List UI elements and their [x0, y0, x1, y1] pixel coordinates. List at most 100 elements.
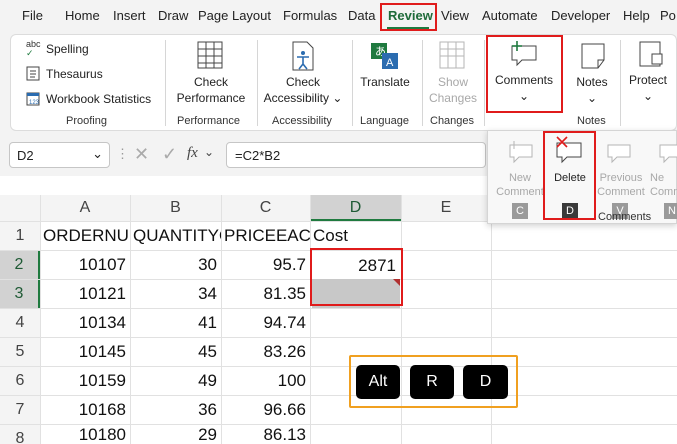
name-box[interactable]: D2 ⌄ [9, 142, 110, 168]
workbook-statistics-label: Workbook Statistics [46, 92, 152, 106]
group-separator [257, 40, 258, 126]
spelling-label: Spelling [46, 42, 89, 56]
protect-button[interactable]: Protect ⌄ [624, 72, 672, 104]
cell-b5[interactable]: 45 [130, 337, 221, 366]
new-comment-line2: Comment [496, 186, 544, 198]
tab-automate[interactable]: Automate [482, 8, 538, 23]
notes-button-label: Notes [576, 75, 608, 89]
protect-icon [639, 41, 663, 67]
column-header-d[interactable]: D [310, 195, 401, 221]
cell-c8[interactable]: 86.13 [221, 424, 310, 444]
previous-comment-icon [607, 144, 631, 164]
name-box-value: D2 [17, 148, 34, 163]
row-header-4[interactable]: 4 [0, 308, 40, 337]
keytip-next: N [664, 203, 677, 219]
cell-b2[interactable]: 30 [130, 250, 221, 279]
key-r: R [410, 365, 454, 399]
cell-a5[interactable]: 10145 [40, 337, 130, 366]
formula-input[interactable]: =C2*B2 [226, 142, 486, 168]
cell-a3[interactable]: 10121 [40, 279, 130, 308]
cell-b8[interactable]: 29 [130, 424, 221, 444]
chevron-down-icon: ⌄ [642, 89, 654, 103]
enter-icon[interactable]: ✓ [162, 144, 177, 165]
column-header-b[interactable]: B [130, 195, 221, 221]
cell-d1[interactable]: Cost [310, 221, 401, 250]
workbook-statistics-button[interactable]: 123 Workbook Statistics [26, 92, 151, 106]
chevron-down-icon[interactable]: ⌄ [204, 145, 214, 159]
workbook-statistics-icon: 123 [26, 92, 40, 106]
cell-a1[interactable]: ORDERNUMBER [40, 221, 130, 250]
cell-b1[interactable]: QUANTITYORDERED [130, 221, 221, 250]
row-header-7[interactable]: 7 [0, 395, 40, 424]
show-changes-line2: Changes [428, 91, 478, 105]
key-d: D [463, 365, 508, 399]
new-comment-button[interactable]: New Comment [490, 171, 550, 199]
row-header-3[interactable]: 3 [0, 279, 40, 308]
cell-c6[interactable]: 100 [221, 366, 310, 395]
check-accessibility-line1: Check [285, 75, 320, 89]
chevron-down-icon: ⌄ [586, 91, 598, 105]
check-performance-line1: Check [193, 75, 228, 89]
chevron-down-icon[interactable]: ⌄ [92, 146, 103, 162]
cell-b4[interactable]: 41 [130, 308, 221, 337]
check-accessibility-button[interactable]: Check Accessibility ⌄ [260, 74, 346, 106]
cell-a2[interactable]: 10107 [40, 250, 130, 279]
insert-function-button[interactable]: fx [187, 145, 198, 162]
tab-help[interactable]: Help [623, 8, 650, 23]
previous-comment-button[interactable]: Previous Comment [592, 171, 650, 199]
thesaurus-button[interactable]: Thesaurus [26, 66, 103, 81]
group-separator [484, 40, 485, 126]
tab-home[interactable]: Home [65, 8, 100, 23]
tab-overflow[interactable]: Po [660, 8, 676, 23]
tab-formulas[interactable]: Formulas [283, 8, 337, 23]
comments-group-label: Comments [598, 211, 652, 223]
notes-icon [581, 43, 605, 69]
next-comment-button[interactable]: Ne Comm [648, 171, 677, 199]
cell-a7[interactable]: 10168 [40, 395, 130, 424]
performance-group-label: Performance [177, 115, 240, 127]
tab-draw[interactable]: Draw [158, 8, 188, 23]
cell-b3[interactable]: 34 [130, 279, 221, 308]
row-header-5[interactable]: 5 [0, 337, 40, 366]
cell-c7[interactable]: 96.66 [221, 395, 310, 424]
check-performance-button[interactable]: Check Performance [170, 74, 252, 106]
notes-group-label: Notes [577, 115, 606, 127]
tab-view[interactable]: View [441, 8, 469, 23]
cell-a4[interactable]: 10134 [40, 308, 130, 337]
tab-page-layout[interactable]: Page Layout [198, 8, 271, 23]
cell-b6[interactable]: 49 [130, 366, 221, 395]
row-header-8[interactable]: 8 [0, 424, 40, 444]
new-comment-line1: New [508, 172, 531, 184]
cell-c3[interactable]: 81.35 [221, 279, 310, 308]
show-changes-button[interactable]: Show Changes [424, 74, 482, 106]
column-header-a[interactable]: A [40, 195, 130, 221]
spelling-button[interactable]: abc ✓ Spelling [26, 40, 89, 58]
tab-insert[interactable]: Insert [113, 8, 146, 23]
thesaurus-label: Thesaurus [46, 66, 103, 81]
cell-c2[interactable]: 95.7 [221, 250, 310, 279]
column-header-c[interactable]: C [221, 195, 310, 221]
cell-c5[interactable]: 83.26 [221, 337, 310, 366]
tab-developer[interactable]: Developer [551, 8, 610, 23]
new-comment-icon [509, 141, 533, 164]
row-header-6[interactable]: 6 [0, 366, 40, 395]
group-separator [165, 40, 166, 126]
cell-b7[interactable]: 36 [130, 395, 221, 424]
row-header-2[interactable]: 2 [0, 250, 40, 279]
column-header-e[interactable]: E [401, 195, 491, 221]
tab-data[interactable]: Data [348, 8, 375, 23]
translate-button[interactable]: Translate [357, 74, 413, 90]
chevron-down-icon: ⌄ [332, 91, 343, 105]
cell-a6[interactable]: 10159 [40, 366, 130, 395]
row-header-1[interactable]: 1 [0, 221, 40, 250]
cell-c4[interactable]: 94.74 [221, 308, 310, 337]
group-separator [422, 40, 423, 126]
comments-button-highlight [486, 35, 563, 113]
next-comment-line1: Ne [650, 172, 665, 184]
delete-button-highlight [543, 131, 596, 220]
tab-file[interactable]: File [22, 8, 43, 23]
cell-a8[interactable]: 10180 [40, 424, 130, 444]
notes-button[interactable]: Notes ⌄ [568, 74, 616, 106]
cell-c1[interactable]: PRICEEACH [221, 221, 310, 250]
cancel-icon[interactable]: ✕ [134, 144, 149, 165]
